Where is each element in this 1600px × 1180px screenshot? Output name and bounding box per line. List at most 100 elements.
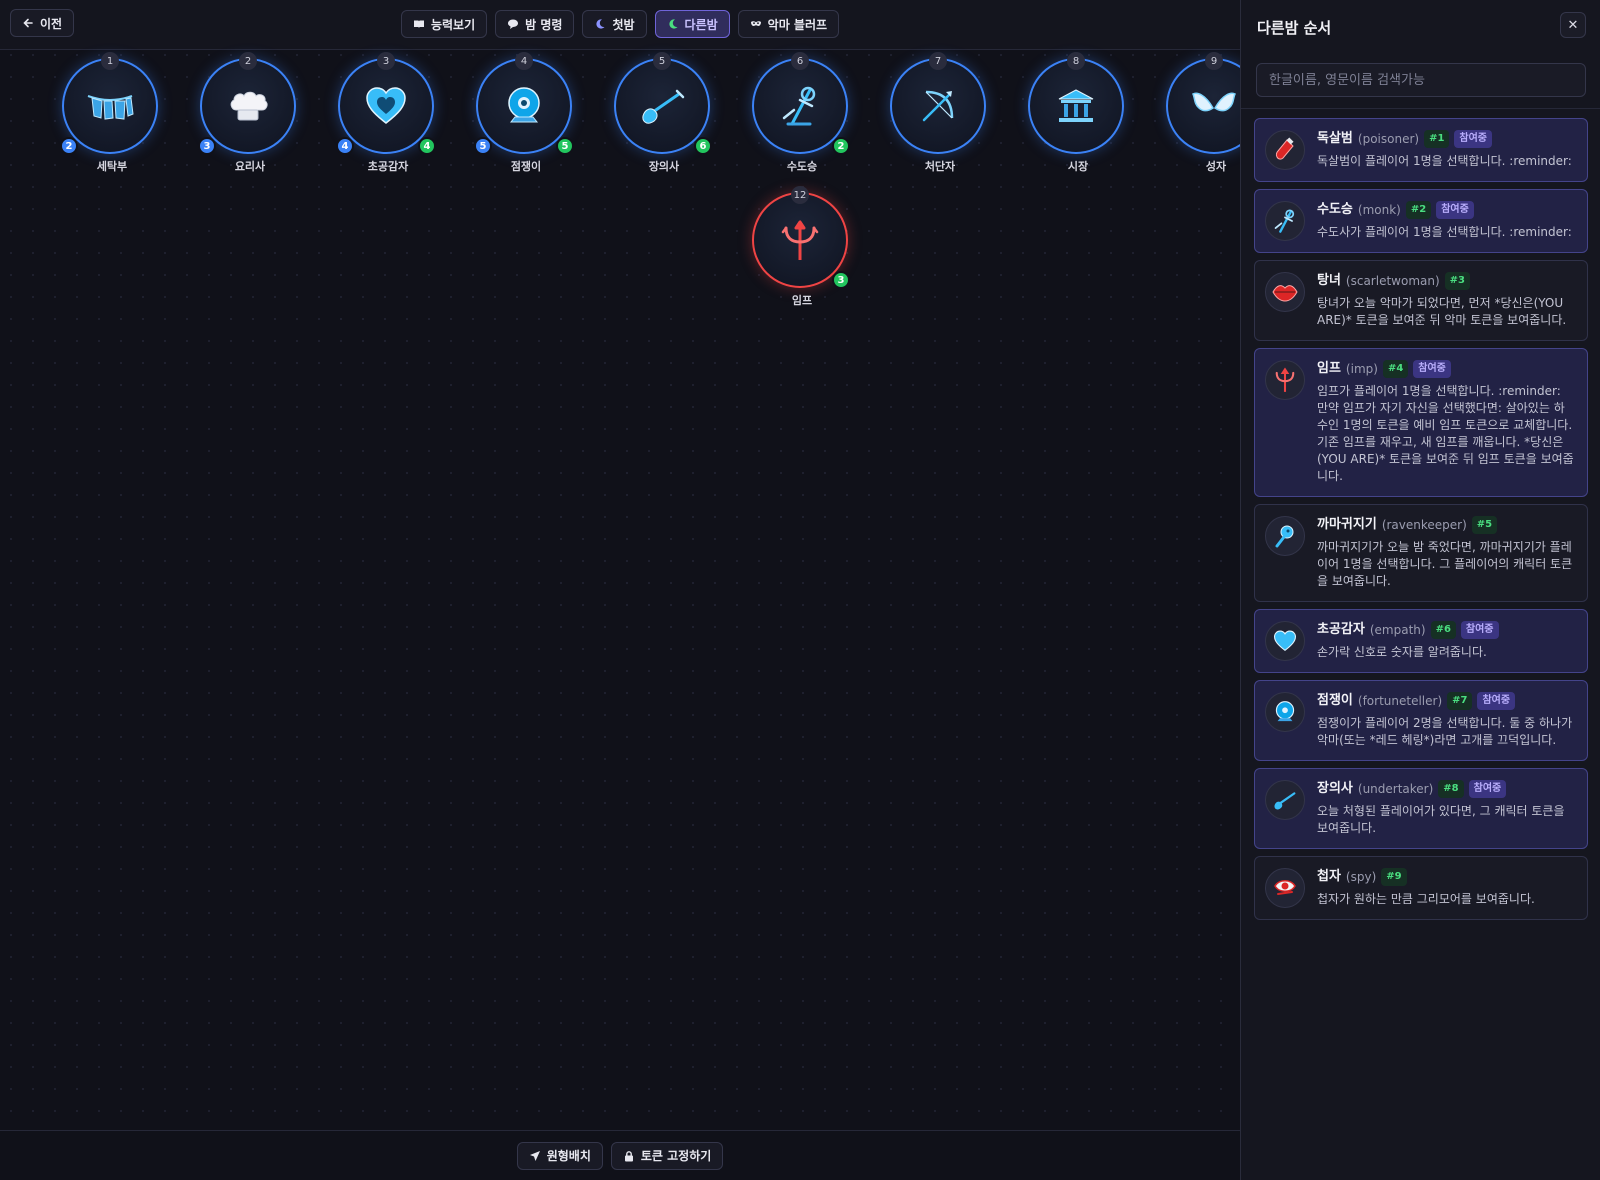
order-number: #1 [1424, 130, 1450, 148]
list-item[interactable]: 수도승 (monk) #2 참여중 수도사가 플레이어 1명을 선택합니다. :rem… [1254, 189, 1588, 253]
lock-icon [624, 1150, 633, 1161]
heart-icon [1265, 621, 1305, 661]
trident-icon [1265, 360, 1305, 400]
top-toolbar: 이전 능력보기 밤 명령 첫밤 다른밤 악마 블러프 [0, 0, 1240, 50]
send-icon [529, 1150, 540, 1161]
token-name: 처단자 [924, 160, 956, 173]
participating-badge: 참여중 [1468, 780, 1507, 798]
monk-staff-icon [1265, 201, 1305, 241]
tab-abilities[interactable]: 능력보기 [400, 10, 488, 38]
character-description: 점쟁이가 플레이어 2명을 선택합니다. 둘 중 하나가 악마(또는 *레드 헤… [1317, 716, 1573, 747]
seat-number: 1 [101, 52, 119, 70]
token-name: 시장 [1067, 160, 1089, 173]
token-name: 초공감자 [367, 160, 409, 173]
character-name: 독살범 [1317, 131, 1353, 146]
list-item[interactable]: 탕녀 (scarletwoman) #3 탕녀가 오늘 악마가 되었다면, 먼저 *… [1254, 260, 1588, 341]
chef-hat-icon [230, 91, 268, 121]
raven-icon [1265, 516, 1305, 556]
character-name: 초공감자 [1317, 622, 1365, 637]
player-token-monk[interactable]: 6 2 수도승 [752, 52, 850, 173]
character-description: 첩자가 원하는 만큼 그리모어를 보여줍니다. [1317, 892, 1535, 906]
list-item[interactable]: 초공감자 (empath) #6 참여중 손가락 신호로 숫자를 알려줍니다. [1254, 609, 1588, 673]
tab-other-nights[interactable]: 다른밤 [654, 10, 730, 38]
character-description: 탕녀가 오늘 악마가 되었다면, 먼저 *당신은(YOU ARE)* 토큰을 보… [1317, 296, 1567, 327]
character-description: 임프가 플레이어 1명을 선택합니다. :reminder: 만약 임프가 자기… [1317, 384, 1574, 483]
participating-badge: 참여중 [1436, 201, 1474, 219]
player-token-mayor[interactable]: 8 시장 [1028, 52, 1124, 173]
night-order-badge: 2 [832, 137, 850, 155]
token-clip: 9 성자 [1140, 48, 1240, 188]
reminder-badge: 4 [336, 137, 354, 155]
close-button[interactable]: ✕ [1560, 12, 1586, 38]
player-token-fortuneteller[interactable]: 4 5 5 점쟁이 [474, 52, 574, 173]
tab-label: 악마 블러프 [767, 17, 828, 32]
panel-title: 다른밤 순서 [1257, 19, 1332, 37]
player-token-imp[interactable]: 12 3 임프 [752, 186, 850, 307]
list-item[interactable]: 첩자 (spy) #9 첩자가 원하는 만큼 그리모어를 보여줍니다. [1254, 856, 1588, 920]
character-description: 독살범이 플레이어 1명을 선택합니다. :reminder: [1317, 154, 1572, 168]
list-item[interactable]: 독살범 (poisoner) #1 참여중 독살범이 플레이어 1명을 선택합니다. … [1254, 118, 1588, 182]
lock-tokens-button[interactable]: 토큰 고정하기 [610, 1141, 724, 1170]
moon-icon [596, 19, 605, 29]
heart-icon [366, 87, 406, 124]
view-tabs: 능력보기 밤 명령 첫밤 다른밤 악마 블러프 [0, 10, 1240, 38]
order-number: #8 [1438, 780, 1464, 798]
player-token-chef[interactable]: 2 3 요리사 [198, 52, 296, 173]
player-token-empath[interactable]: 3 4 4 초공감자 [336, 52, 436, 173]
circle-layout-label: 원형배치 [546, 1149, 591, 1163]
player-token-undertaker[interactable]: 5 6 장의사 [614, 52, 712, 173]
bottom-toolbar: 원형배치 토큰 고정하기 [0, 1130, 1240, 1180]
character-description: 까마귀지기가 오늘 밤 죽었다면, 까마귀지기가 플레이어 1명을 선택합니다.… [1317, 540, 1573, 588]
list-item[interactable]: 임프 (imp) #4 참여중 임프가 플레이어 1명을 선택합니다. :remind… [1254, 348, 1588, 497]
player-token-slayer[interactable]: 7 처단자 [890, 52, 986, 173]
token-name: 수도승 [786, 160, 818, 173]
night-order-badge: 6 [694, 137, 712, 155]
participating-badge: 참여중 [1460, 621, 1499, 639]
character-id: (imp) [1345, 362, 1378, 376]
circle-layout-button[interactable]: 원형배치 [516, 1141, 603, 1170]
seat-number: 5 [653, 52, 671, 70]
participating-badge: 참여중 [1477, 692, 1516, 710]
chat-bubble-icon [508, 19, 519, 29]
seat-number: 6 [791, 52, 809, 70]
character-description: 손가락 신호로 숫자를 알려줍니다. [1317, 645, 1487, 659]
character-id: (poisoner) [1357, 132, 1420, 146]
tab-label: 능력보기 [430, 17, 476, 32]
tab-first-night[interactable]: 첫밤 [582, 10, 647, 38]
red-lips-icon [1265, 272, 1305, 312]
player-token-saint[interactable]: 9 성자 [1166, 52, 1240, 173]
shovel-icon [1265, 780, 1305, 820]
seat-number: 3 [377, 52, 395, 70]
character-name: 수도승 [1317, 202, 1353, 217]
order-number: #7 [1447, 692, 1473, 710]
list-item[interactable]: 점쟁이 (fortuneteller) #7 참여중 점쟁이가 플레이어 2명을 선택… [1254, 680, 1588, 761]
participating-badge: 참여중 [1454, 130, 1493, 148]
character-id: (monk) [1357, 203, 1401, 217]
grimoire-canvas[interactable] [0, 0, 1240, 1180]
order-number: #6 [1430, 621, 1456, 639]
player-token-washerwoman[interactable]: 1 2 세탁부 [60, 52, 158, 173]
list-item[interactable]: 까마귀지기 (ravenkeeper) #5 까마귀지기가 오늘 밤 죽었다면, 까… [1254, 504, 1588, 602]
seat-number: 2 [239, 52, 257, 70]
tab-demon-bluffs[interactable]: 악마 블러프 [737, 10, 840, 38]
trident-icon [781, 220, 819, 260]
town-hall-icon [1058, 89, 1094, 122]
character-description: 오늘 처형된 플레이어가 있다면, 그 캐릭터 토큰을 보여줍니다. [1317, 804, 1565, 835]
search-input[interactable] [1256, 63, 1586, 97]
character-description: 수도사가 플레이어 1명을 선택합니다. :reminder: [1317, 225, 1572, 239]
token-name: 점쟁이 [510, 160, 542, 173]
list-item[interactable]: 장의사 (undertaker) #8 참여중 오늘 처형된 플레이어가 있다면, 그… [1254, 768, 1588, 849]
character-id: (fortuneteller) [1357, 694, 1443, 708]
seat-number: 4 [515, 52, 533, 70]
laundry-line-icon [87, 95, 134, 120]
character-name: 탕녀 [1317, 273, 1341, 288]
night-order-list: 독살범 (poisoner) #1 참여중 독살범이 플레이어 1명을 선택합니다. … [1254, 118, 1588, 927]
tab-night-commands[interactable]: 밤 명령 [495, 10, 575, 38]
character-id: (scarletwoman) [1345, 274, 1440, 288]
order-number: #5 [1471, 516, 1498, 534]
seat-number: 12 [791, 186, 809, 204]
order-number: #4 [1382, 360, 1409, 378]
seat-number: 9 [1205, 52, 1223, 70]
character-name: 까마귀지기 [1317, 517, 1377, 532]
character-name: 첩자 [1317, 869, 1341, 884]
